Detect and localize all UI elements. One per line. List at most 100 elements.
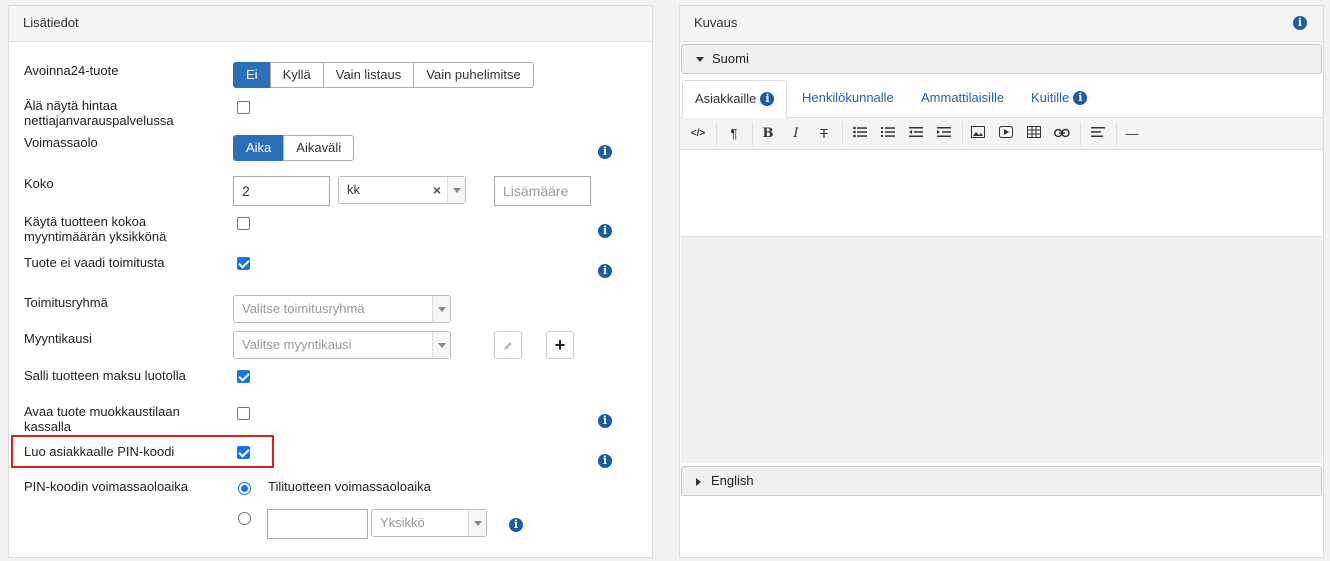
season-add-button[interactable]: + — [546, 331, 574, 359]
table-icon[interactable] — [1024, 124, 1044, 144]
numbered-list-icon[interactable] — [878, 124, 898, 144]
toolbar-separator — [716, 122, 717, 146]
use-size-label: Käytä tuotteen kokoa myyntimäärän yksikk… — [24, 214, 166, 244]
audience-tabs: Asiakkaille i Henkilökunnalle Ammattilais… — [680, 80, 1323, 118]
accordion-suomi[interactable]: Suomi — [681, 44, 1322, 74]
toolbar-separator — [1080, 122, 1081, 146]
no-delivery-label: Tuote ei vaadi toimitusta — [24, 255, 165, 270]
paragraph-icon[interactable]: ¶ — [724, 124, 744, 144]
validity-option-aikavali[interactable]: Aikaväli — [283, 135, 355, 161]
info-icon: i — [1073, 91, 1088, 105]
caret-right-icon — [696, 477, 701, 486]
pencil-icon — [504, 341, 512, 350]
edit-mode-label-line2: kassalla — [24, 419, 71, 434]
pin-info-icon[interactable]: i — [598, 454, 612, 468]
no-delivery-checkbox[interactable] — [237, 257, 250, 270]
delivery-group-placeholder: Valitse toimitusryhmä — [242, 301, 365, 316]
clear-icon[interactable]: × — [433, 177, 441, 203]
pin-validity-radio-account[interactable] — [238, 482, 251, 495]
panel-title: Lisätiedot — [9, 6, 652, 42]
size-unit-value: kk — [347, 182, 360, 197]
avoinna-option-kylla[interactable]: Kyllä — [269, 62, 324, 88]
hide-price-label: Älä näytä hintaa nettiajanvarauspalvelus… — [24, 98, 174, 128]
season-select[interactable]: Valitse myyntikausi — [233, 331, 451, 359]
pin-validity-option1-label: Tilituotteen voimassaoloaika — [268, 479, 431, 494]
pin-validity-unit-placeholder: Yksikkö — [380, 515, 425, 530]
chevron-down-icon[interactable] — [432, 332, 450, 358]
validity-info-icon[interactable]: i — [598, 145, 612, 159]
italic-icon[interactable]: I — [786, 124, 806, 144]
season-label: Myyntikausi — [24, 331, 92, 346]
avoinna-label: Avoinna24-tuote — [24, 63, 119, 78]
pin-validity-unit-select[interactable]: Yksikkö — [371, 509, 487, 537]
editor-content-area[interactable] — [681, 151, 1322, 237]
tab-henkilokunnalle[interactable]: Henkilökunnalle — [802, 80, 894, 118]
bullet-list-icon[interactable] — [850, 124, 870, 144]
chevron-down-icon[interactable] — [468, 510, 486, 536]
size-label: Koko — [24, 176, 54, 191]
season-placeholder: Valitse myyntikausi — [242, 337, 352, 352]
hide-price-label-line2: nettiajanvarauspalvelussa — [24, 113, 174, 128]
validity-label: Voimassaolo — [24, 135, 98, 150]
tab-asiakkaille[interactable]: Asiakkaille i — [682, 80, 788, 118]
use-size-label-line2: myyntimäärän yksikkönä — [24, 229, 167, 244]
tab-ammattilaisille[interactable]: Ammattilaisille — [921, 80, 1004, 118]
delivery-group-select[interactable]: Valitse toimitusryhmä — [233, 295, 451, 323]
video-icon[interactable] — [996, 124, 1016, 144]
pin-validity-radio-custom[interactable] — [238, 512, 251, 525]
no-delivery-info-icon[interactable]: i — [598, 264, 612, 278]
info-icon: i — [760, 92, 775, 106]
use-size-label-line1: Käytä tuotteen kokoa — [24, 214, 147, 229]
credit-label: Salli tuotteen maksu luotolla — [24, 368, 186, 383]
horizontal-rule-icon[interactable]: — — [1122, 124, 1142, 144]
accordion-english[interactable]: English — [681, 466, 1322, 496]
use-size-info-icon[interactable]: i — [598, 224, 612, 238]
pin-validity-info-icon[interactable]: i — [509, 518, 523, 532]
hide-price-label-line1: Älä näytä hintaa — [24, 98, 118, 113]
pin-label: Luo asiakkaalle PIN-koodi — [24, 444, 175, 459]
edit-mode-info-icon[interactable]: i — [598, 414, 612, 428]
avoinna-option-puhelimitse[interactable]: Vain puhelimitse — [413, 62, 534, 88]
toolbar-separator — [1116, 122, 1117, 146]
hide-price-checkbox[interactable] — [237, 101, 250, 114]
code-view-icon[interactable]: </> — [688, 124, 708, 144]
panel-title: Kuvaus i — [680, 6, 1323, 42]
validity-toggle: Aika Aikaväli — [233, 135, 355, 161]
image-icon[interactable] — [968, 124, 988, 144]
avoinna-toggle: Ei Kyllä Vain listaus Vain puhelimitse — [233, 62, 534, 88]
delivery-group-label: Toimitusryhmä — [24, 295, 108, 310]
size-extra-input[interactable]: Lisämääre — [494, 176, 591, 206]
strikethrough-icon[interactable]: T — [814, 124, 834, 144]
plus-icon: + — [554, 335, 566, 355]
chevron-down-icon[interactable] — [447, 177, 465, 203]
use-size-checkbox[interactable] — [237, 217, 250, 230]
editor-status-area — [681, 237, 1322, 463]
toolbar-separator — [962, 122, 963, 146]
kuvaus-info-icon[interactable]: i — [1293, 16, 1307, 30]
toolbar-separator — [842, 122, 843, 146]
size-unit-select[interactable]: kk × — [338, 176, 466, 204]
edit-mode-label: Avaa tuote muokkaustilaan kassalla — [24, 404, 180, 434]
avoinna-option-listaus[interactable]: Vain listaus — [322, 62, 415, 88]
edit-mode-checkbox[interactable] — [237, 407, 250, 420]
pin-checkbox[interactable] — [237, 446, 250, 459]
validity-option-aika[interactable]: Aika — [233, 135, 285, 161]
link-icon[interactable] — [1052, 124, 1072, 144]
align-icon[interactable] — [1088, 124, 1108, 144]
avoinna-option-ei[interactable]: Ei — [233, 62, 271, 88]
bold-icon[interactable]: B — [758, 124, 778, 144]
season-edit-button[interactable] — [494, 331, 522, 359]
tab-kuitille[interactable]: Kuitille i — [1031, 80, 1088, 118]
indent-icon[interactable] — [934, 124, 954, 144]
edit-mode-label-line1: Avaa tuote muokkaustilaan — [24, 404, 180, 419]
pin-validity-label: PIN-koodin voimassaoloaika — [24, 479, 189, 494]
size-input[interactable]: 2 — [233, 176, 330, 206]
kuvaus-panel: Kuvaus i Suomi Asiakkaille i Henkilökunna… — [679, 5, 1324, 558]
credit-checkbox[interactable] — [237, 370, 250, 383]
pin-validity-amount-input[interactable] — [267, 509, 368, 539]
editor-toolbar: </> ¶ B I T — — [680, 118, 1323, 150]
caret-down-icon — [696, 57, 704, 63]
outdent-icon[interactable] — [906, 124, 926, 144]
chevron-down-icon[interactable] — [432, 296, 450, 322]
toolbar-separator — [752, 122, 753, 146]
